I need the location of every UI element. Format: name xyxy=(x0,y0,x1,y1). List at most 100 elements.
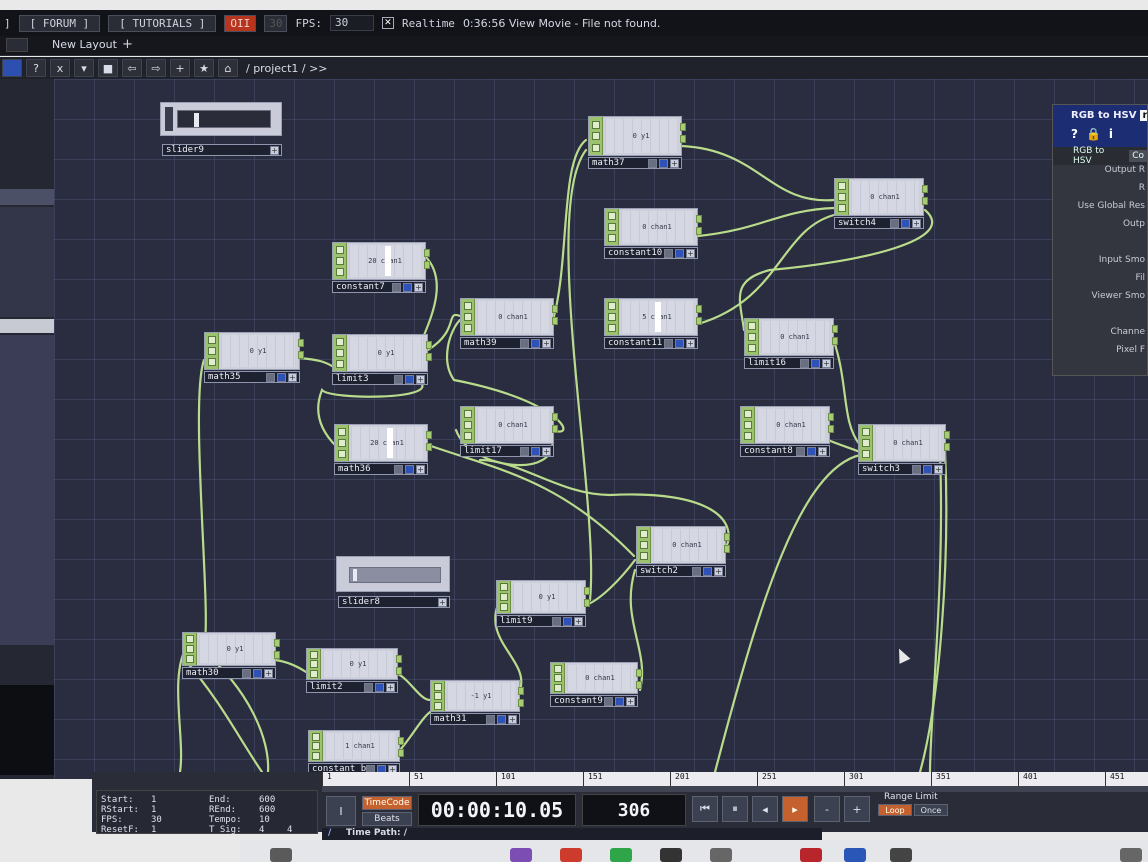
node-bypass-toggle[interactable] xyxy=(364,683,373,692)
taskbar-app-icon[interactable] xyxy=(1120,848,1142,862)
node-viewer-toggle[interactable]: + xyxy=(264,669,273,678)
node-display-toggle[interactable] xyxy=(811,359,820,368)
node-flags[interactable] xyxy=(605,209,619,245)
node-viewer-toggle[interactable]: + xyxy=(574,617,583,626)
node-output-connector[interactable] xyxy=(944,431,950,439)
node-display-toggle[interactable] xyxy=(497,715,506,724)
slower-button[interactable]: - xyxy=(814,796,840,822)
taskbar-app-icon[interactable] xyxy=(660,848,682,862)
taskbar-app-icon[interactable] xyxy=(610,848,632,862)
lock-icon[interactable]: 🔒 xyxy=(1086,127,1101,147)
node-flags[interactable] xyxy=(333,335,347,371)
end-value[interactable]: 600 xyxy=(259,795,275,805)
node-body[interactable]: 0 y1 xyxy=(204,332,300,370)
node-display-toggle[interactable] xyxy=(563,617,572,626)
timeline-ruler[interactable]: 151101151201251301351401451 xyxy=(322,772,1148,786)
node-viewer-toggle[interactable]: + xyxy=(822,359,831,368)
node-name[interactable]: math31 xyxy=(431,714,486,724)
fps-field[interactable]: 30 xyxy=(330,15,374,31)
node-output-connector[interactable] xyxy=(696,215,702,223)
node-bypass-toggle[interactable] xyxy=(664,249,673,258)
node-flags[interactable] xyxy=(859,425,873,461)
node-viewer-toggle[interactable]: + xyxy=(288,373,297,382)
tutorials-button[interactable]: [ TUTORIALS ] xyxy=(108,15,216,32)
node-display-toggle[interactable] xyxy=(403,283,412,292)
node-viewer-toggle[interactable]: + xyxy=(414,283,423,292)
node-viewer-toggle[interactable]: + xyxy=(912,219,921,228)
node-viewer-toggle[interactable]: + xyxy=(686,339,695,348)
node-output-connector[interactable] xyxy=(696,317,702,325)
node-bypass-toggle[interactable] xyxy=(242,669,251,678)
taskbar-app-icon[interactable] xyxy=(890,848,912,862)
node-name[interactable]: math35 xyxy=(205,372,266,382)
node-output-connector[interactable] xyxy=(680,123,686,131)
node-name[interactable]: math37 xyxy=(589,158,648,168)
rstart-value[interactable]: 1 xyxy=(151,805,156,815)
timecode-display[interactable]: 00:00:10.05 xyxy=(418,794,576,826)
node-bypass-toggle[interactable] xyxy=(552,617,561,626)
node-name[interactable]: limit17 xyxy=(461,446,520,456)
close-icon[interactable]: x xyxy=(50,59,70,77)
node-viewer-toggle[interactable]: + xyxy=(818,447,827,456)
taskbar-app-icon[interactable] xyxy=(844,848,866,862)
node-name[interactable]: constant8 xyxy=(741,446,796,456)
node-output-connector[interactable] xyxy=(832,337,838,345)
back-icon[interactable]: ⇦ xyxy=(122,59,142,77)
timeline-toggle-button[interactable]: I xyxy=(326,796,356,826)
node-display-toggle[interactable] xyxy=(615,697,624,706)
stop-icon[interactable]: ■ xyxy=(98,59,118,77)
node-output-connector[interactable] xyxy=(552,425,558,433)
rend-value[interactable]: 600 xyxy=(259,805,275,815)
time-path-label[interactable]: Time Path: / xyxy=(346,828,407,838)
node-body[interactable]: 0 chan1 xyxy=(744,318,834,356)
node-output-connector[interactable] xyxy=(552,317,558,325)
node-display-toggle[interactable] xyxy=(253,669,262,678)
help-icon[interactable]: ? xyxy=(26,59,46,77)
node-name[interactable]: limit9 xyxy=(497,616,552,626)
node-output-connector[interactable] xyxy=(426,443,432,451)
node-output-connector[interactable] xyxy=(584,599,590,607)
node-flags[interactable] xyxy=(589,117,603,155)
node-output-connector[interactable] xyxy=(636,681,642,689)
node-output-connector[interactable] xyxy=(832,325,838,333)
tsig-denominator[interactable]: 4 xyxy=(287,825,292,835)
node-display-toggle[interactable] xyxy=(901,219,910,228)
node-viewer-toggle[interactable]: + xyxy=(270,146,279,155)
node-body[interactable]: 20 chan1 xyxy=(334,424,428,462)
node-flags[interactable] xyxy=(461,407,475,443)
node-name[interactable]: math39 xyxy=(461,338,520,348)
node-output-connector[interactable] xyxy=(828,413,834,421)
pane-blue-icon[interactable] xyxy=(2,59,22,77)
node-name[interactable]: switch2 xyxy=(637,566,692,576)
node-display-toggle[interactable] xyxy=(405,465,414,474)
node-output-connector[interactable] xyxy=(424,249,430,257)
node-display-toggle[interactable] xyxy=(807,447,816,456)
node-name[interactable]: limit16 xyxy=(745,358,800,368)
pane-split-icon[interactable] xyxy=(6,38,28,52)
node-output-connector[interactable] xyxy=(398,749,404,757)
tab-new-layout[interactable]: New Layout xyxy=(52,38,117,51)
info-icon[interactable]: i xyxy=(1109,127,1113,147)
node-display-toggle[interactable] xyxy=(375,683,384,692)
node-flags[interactable] xyxy=(333,243,347,279)
node-output-connector[interactable] xyxy=(398,737,404,745)
tempo-value[interactable]: 10 xyxy=(259,815,270,825)
bookmark-star-icon[interactable]: ★ xyxy=(194,59,214,77)
node-viewer-toggle[interactable]: + xyxy=(438,598,447,607)
node-bypass-toggle[interactable] xyxy=(664,339,673,348)
network-path[interactable]: / project1 / >> xyxy=(246,62,328,75)
node-body[interactable]: 0 y1 xyxy=(306,648,398,680)
step-back-button[interactable]: ◂ xyxy=(752,796,778,822)
node-body[interactable]: 0 chan1 xyxy=(858,424,946,462)
node-output-connector[interactable] xyxy=(922,185,928,193)
node-output-connector[interactable] xyxy=(696,305,702,313)
node-output-connector[interactable] xyxy=(426,431,432,439)
taskbar-app-icon[interactable] xyxy=(800,848,822,862)
node-bypass-toggle[interactable] xyxy=(520,339,529,348)
forward-icon[interactable]: ⇨ xyxy=(146,59,166,77)
start-value[interactable]: 1 xyxy=(151,795,156,805)
panel-node-name[interactable]: rgb xyxy=(1140,110,1147,121)
node-output-connector[interactable] xyxy=(298,339,304,347)
node-display-toggle[interactable] xyxy=(923,465,932,474)
help-icon[interactable]: ? xyxy=(1071,127,1078,147)
